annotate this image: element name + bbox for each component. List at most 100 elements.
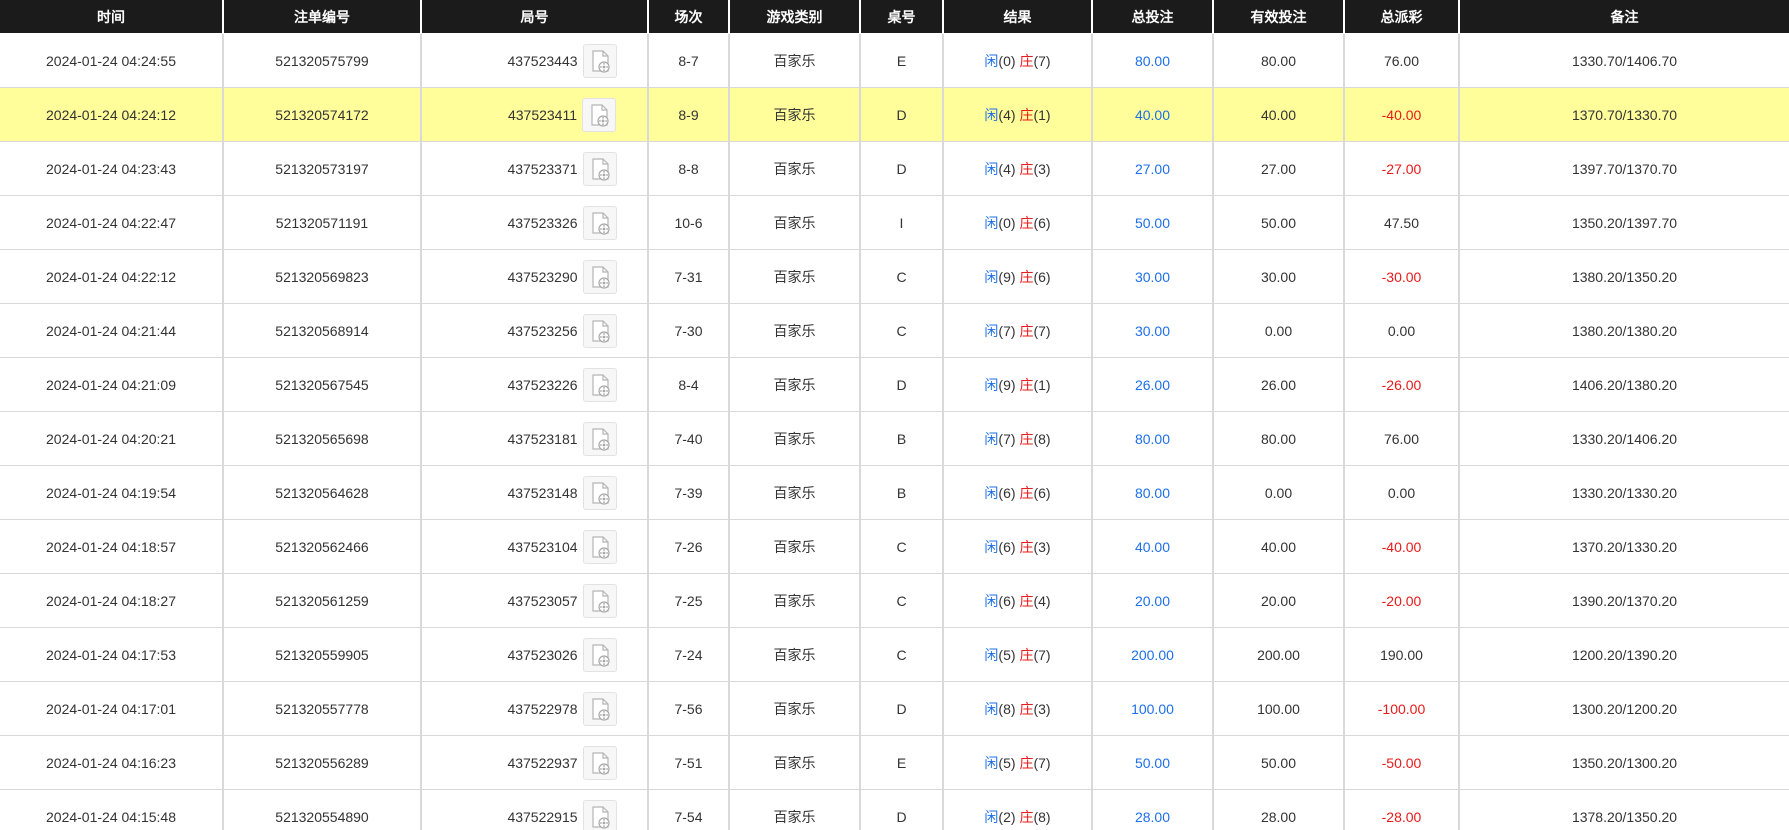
result-player-label: 闲: [984, 214, 999, 231]
table-row: 2024-01-24 04:21:44 521320568914 4375232…: [0, 303, 1789, 358]
cell-payout: -27.00: [1343, 141, 1459, 196]
cell-game-type: 百家乐: [728, 357, 860, 412]
cell-total-bet: 40.00: [1091, 87, 1213, 142]
cell-payout: -100.00: [1343, 681, 1459, 736]
result-banker-label: 庄: [1019, 52, 1034, 69]
cell-result: 闲(0) 庄(6): [942, 195, 1092, 250]
result-banker-score: (8): [1033, 430, 1051, 447]
result-player-label: 闲: [984, 430, 999, 447]
cell-result: 闲(4) 庄(3): [942, 141, 1092, 196]
table-body: 2024-01-24 04:24:55 521320575799 4375234…: [0, 33, 1789, 830]
cell-result: 闲(9) 庄(6): [942, 249, 1092, 304]
cell-valid-bet: 27.00: [1212, 141, 1344, 196]
replay-document-icon[interactable]: [582, 745, 617, 780]
cell-valid-bet: 80.00: [1212, 411, 1344, 466]
result-player-score: (4): [998, 160, 1016, 177]
replay-document-icon[interactable]: [582, 259, 617, 294]
result-player-score: (4): [998, 106, 1016, 123]
result-player-score: (8): [998, 700, 1016, 717]
cell-result: 闲(7) 庄(8): [942, 411, 1092, 466]
round-no-group: 437523411: [508, 97, 617, 132]
cell-valid-bet: 40.00: [1212, 87, 1344, 142]
cell-shoe: 7-25: [647, 573, 729, 628]
result-banker-score: (6): [1033, 268, 1051, 285]
cell-note: 1330.20/1330.20: [1458, 465, 1789, 520]
cell-table-no: C: [859, 249, 943, 304]
cell-valid-bet: 50.00: [1212, 735, 1344, 790]
cell-game-type: 百家乐: [728, 33, 860, 88]
result-player-label: 闲: [984, 268, 999, 285]
cell-time: 2024-01-24 04:19:54: [0, 465, 223, 520]
replay-document-icon[interactable]: [582, 313, 617, 348]
cell-order-no: 521320554890: [222, 789, 421, 830]
cell-order-no: 521320562466: [222, 519, 421, 574]
table-row: 2024-01-24 04:18:57 521320562466 4375231…: [0, 519, 1789, 574]
result-banker-label: 庄: [1019, 808, 1034, 825]
replay-document-icon[interactable]: [582, 475, 617, 510]
round-no-group: 437522937: [507, 745, 617, 780]
cell-time: 2024-01-24 04:18:27: [0, 573, 223, 628]
cell-game-type: 百家乐: [728, 735, 860, 790]
replay-document-icon[interactable]: [582, 367, 617, 402]
cell-note: 1350.20/1300.20: [1458, 735, 1789, 790]
round-no-text: 437522978: [507, 700, 578, 717]
replay-document-icon[interactable]: [582, 529, 617, 564]
replay-document-icon[interactable]: [582, 583, 617, 618]
replay-document-icon[interactable]: [582, 97, 617, 132]
result-banker-score: (3): [1033, 538, 1051, 555]
cell-shoe: 7-40: [647, 411, 729, 466]
result-player-score: (7): [998, 430, 1016, 447]
cell-valid-bet: 26.00: [1212, 357, 1344, 412]
replay-document-icon[interactable]: [582, 43, 617, 78]
table-row: 2024-01-24 04:19:54 521320564628 4375231…: [0, 465, 1789, 520]
replay-document-icon[interactable]: [582, 151, 617, 186]
result-banker-label: 庄: [1019, 268, 1034, 285]
cell-total-bet: 27.00: [1091, 141, 1213, 196]
cell-shoe: 7-26: [647, 519, 729, 574]
cell-table-no: B: [859, 411, 943, 466]
replay-document-icon[interactable]: [582, 637, 617, 672]
table-row: 2024-01-24 04:15:48 521320554890 4375229…: [0, 789, 1789, 830]
cell-note: 1378.20/1350.20: [1458, 789, 1789, 830]
round-no-text: 437523371: [507, 160, 578, 177]
cell-time: 2024-01-24 04:17:53: [0, 627, 223, 682]
cell-time: 2024-01-24 04:20:21: [0, 411, 223, 466]
cell-shoe: 8-8: [647, 141, 729, 196]
cell-valid-bet: 20.00: [1212, 573, 1344, 628]
round-no-text: 437523326: [507, 214, 578, 231]
round-no-group: 437523371: [507, 151, 617, 186]
replay-document-icon[interactable]: [582, 205, 617, 240]
cell-valid-bet: 0.00: [1212, 303, 1344, 358]
result-player-label: 闲: [984, 160, 999, 177]
result-banker-label: 庄: [1019, 160, 1034, 177]
cell-valid-bet: 30.00: [1212, 249, 1344, 304]
cell-table-no: I: [859, 195, 943, 250]
cell-valid-bet: 50.00: [1212, 195, 1344, 250]
table-row: 2024-01-24 04:21:09 521320567545 4375232…: [0, 357, 1789, 412]
cell-round-no: 437523443: [420, 33, 648, 88]
result-banker-label: 庄: [1019, 646, 1034, 663]
cell-round-no: 437523057: [420, 573, 648, 628]
cell-shoe: 7-56: [647, 681, 729, 736]
cell-total-bet: 30.00: [1091, 249, 1213, 304]
cell-payout: 0.00: [1343, 303, 1459, 358]
cell-total-bet: 40.00: [1091, 519, 1213, 574]
replay-document-icon[interactable]: [582, 421, 617, 456]
table-row: 2024-01-24 04:20:21 521320565698 4375231…: [0, 411, 1789, 466]
replay-document-icon[interactable]: [582, 691, 617, 726]
round-no-group: 437523290: [507, 259, 617, 294]
result-player-score: (6): [998, 592, 1016, 609]
result-banker-label: 庄: [1019, 376, 1034, 393]
replay-document-icon[interactable]: [582, 799, 617, 830]
round-no-group: 437523026: [507, 637, 617, 672]
round-no-group: 437523326: [507, 205, 617, 240]
result-banker-label: 庄: [1019, 592, 1034, 609]
header-shoe: 场次: [647, 0, 729, 34]
round-no-text: 437523290: [507, 268, 578, 285]
result-banker-label: 庄: [1019, 700, 1034, 717]
cell-result: 闲(6) 庄(6): [942, 465, 1092, 520]
result-banker-score: (7): [1033, 646, 1051, 663]
header-table-no: 桌号: [859, 0, 943, 34]
result-banker-label: 庄: [1019, 754, 1034, 771]
header-order-no: 注单编号: [222, 0, 421, 34]
